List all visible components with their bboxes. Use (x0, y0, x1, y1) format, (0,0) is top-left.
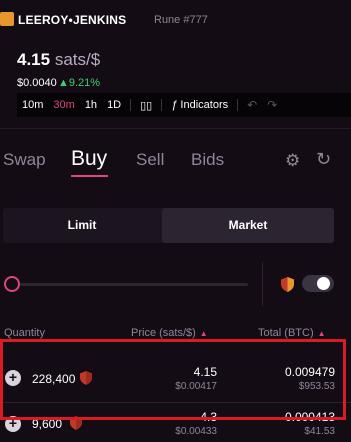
price-change: ▲9.21% (58, 77, 101, 89)
shield-icon (281, 277, 294, 292)
sort-ascending-icon: ▲ (317, 329, 326, 338)
refresh-icon[interactable]: ↻ (316, 149, 331, 170)
chart-toolbar: 10m 30m 1h 1D ▯▯ ƒ Indicators ↶ ↷ (17, 93, 351, 117)
price-value: 4.15 (17, 50, 51, 69)
active-tab-indicator (71, 175, 108, 177)
amount-slider-handle[interactable] (4, 276, 20, 292)
timeframe-1h[interactable]: 1h (80, 99, 102, 111)
indicators-label: Indicators (180, 99, 229, 111)
tab-bids[interactable]: Bids (191, 150, 224, 170)
sort-ascending-icon: ▲ (199, 329, 208, 338)
undo-icon[interactable]: ↶ (242, 98, 262, 112)
price-usd: $0.0040 (17, 77, 57, 89)
section-divider (0, 128, 351, 129)
row-total-usd: $41.53 (304, 426, 335, 437)
amount-slider-track[interactable] (20, 283, 248, 286)
candlestick-icon[interactable]: ▯▯ (135, 99, 157, 112)
slider-divider (262, 262, 263, 306)
limit-button[interactable]: Limit (3, 208, 161, 243)
current-price: 4.15 sats/$ (17, 50, 100, 70)
redo-icon[interactable]: ↷ (262, 98, 282, 112)
tab-swap[interactable]: Swap (3, 150, 46, 170)
gear-icon[interactable]: ⚙ (285, 151, 300, 171)
market-button[interactable]: Market (162, 208, 334, 243)
toolbar-divider (161, 99, 163, 111)
toolbar-divider (237, 99, 239, 111)
indicators-button[interactable]: ƒ Indicators (166, 99, 233, 111)
column-header-price[interactable]: Price (sats/$) ▲ (131, 327, 208, 339)
token-name: LEEROY•JENKINS (18, 13, 127, 27)
row-price-usd: $0.00433 (175, 426, 217, 437)
toolbar-divider (130, 99, 132, 111)
price-unit: sats/$ (54, 50, 101, 69)
timeframe-1d[interactable]: 1D (102, 99, 126, 111)
timeframe-30m[interactable]: 30m (48, 99, 79, 111)
price-header-label: Price (sats/$) (131, 327, 196, 339)
selected-row-highlight (0, 339, 346, 420)
tab-sell[interactable]: Sell (136, 150, 164, 170)
function-icon: ƒ (171, 99, 178, 111)
rune-number: Rune #777 (154, 14, 208, 26)
timeframe-10m[interactable]: 10m (17, 99, 48, 111)
token-logo (0, 12, 14, 26)
column-header-total[interactable]: Total (BTC) ▲ (258, 327, 326, 339)
column-header-quantity[interactable]: Quantity (4, 327, 45, 339)
tab-buy[interactable]: Buy (71, 147, 107, 171)
total-header-label: Total (BTC) (258, 327, 314, 339)
toggle-knob (317, 277, 330, 290)
